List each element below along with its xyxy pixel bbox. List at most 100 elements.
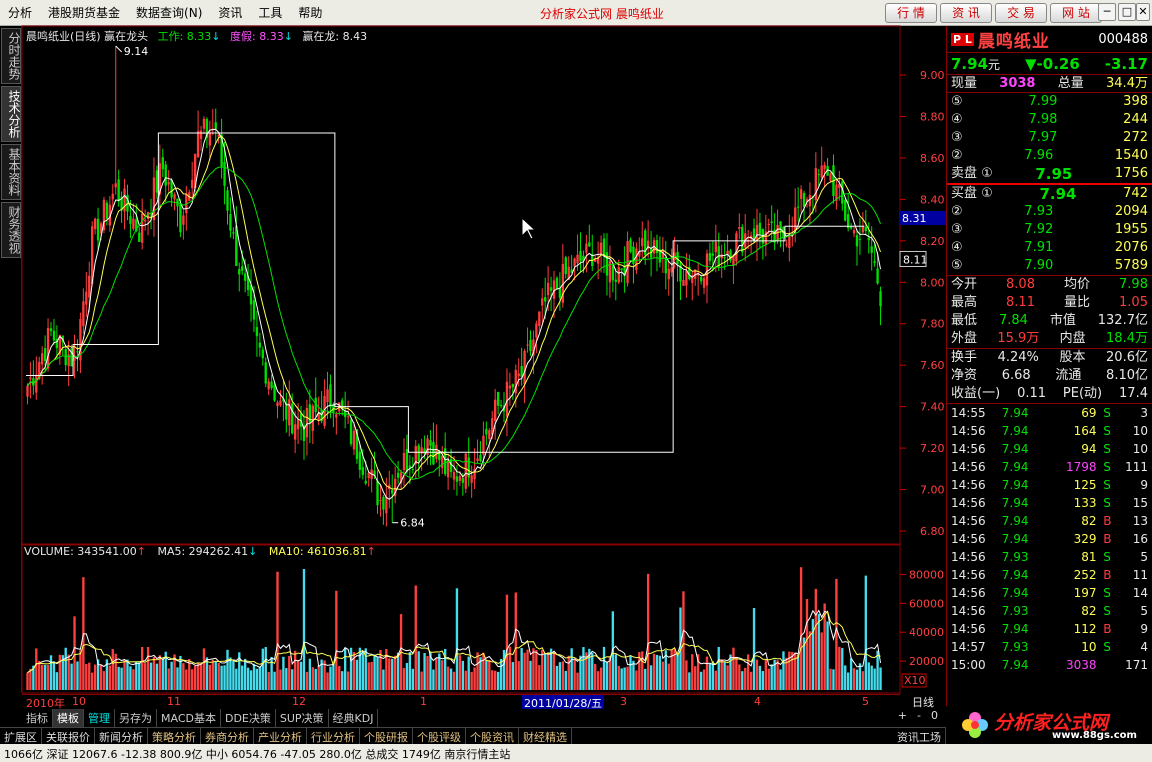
down-arrow-icon: ↓ [211,30,221,43]
tick-row: 14:56 7.94 329 B 16 [947,530,1152,548]
tab-template[interactable]: 模板 [53,709,84,727]
candle-body [123,188,126,212]
candle-body [267,381,270,390]
ext-tab[interactable]: 个股评级 [413,728,466,744]
candle-body [167,182,170,185]
ext-tab[interactable]: 关联报价 [42,728,95,744]
candle-body [361,467,364,475]
volume-unit-label: X10 [904,674,926,687]
ask-volume: 272 [1123,130,1148,145]
tab-sup[interactable]: SUP决策 [276,709,329,727]
ext-tab[interactable]: 券商分析 [201,728,254,744]
volume-bar [370,661,373,690]
candle-body [852,229,856,234]
tab-save-as[interactable]: 另存为 [115,709,157,727]
fin-row: 换手 4.24% 股本 20.6亿 [947,349,1152,367]
ext-tab[interactable]: 财经精选 [519,728,572,744]
tab-indicator[interactable]: 指标 [22,709,53,727]
candle-body [544,297,547,302]
volume-bar [26,672,29,690]
volume-bar [532,648,535,690]
tab-dde[interactable]: DDE决策 [221,709,276,727]
candle-body [152,177,156,221]
zoom-out-button[interactable]: - [917,709,921,727]
volume-bar [305,671,309,690]
candle-body [441,455,444,468]
ext-tab[interactable]: 扩展区 [0,728,42,744]
stat-value: 7.84 [998,313,1028,328]
volume-bar [535,650,538,690]
candle-body [349,419,353,445]
tick-row: 14:56 7.94 82 B 13 [947,512,1152,530]
tab-macd[interactable]: MACD基本 [157,709,221,727]
volume-bar [379,649,382,690]
trade-button[interactable]: 交 易 [995,3,1047,23]
tick-count: 16 [1132,532,1148,546]
tick-price: 7.94 [1001,424,1029,438]
volume-bar [52,661,56,690]
news-button[interactable]: 资 讯 [940,3,992,23]
stat-value: 132.7亿 [1097,313,1148,328]
ext-tab[interactable]: 个股研报 [360,728,413,744]
candle-body [849,226,853,229]
ext-tab[interactable]: 策略分析 [148,728,201,744]
candle-body [735,233,738,262]
extension-tabs: 扩展区 关联报价 新闻分析 策略分析 券商分析 产业分析 行业分析 个股研报 个… [0,727,946,744]
close-icon[interactable]: ✕ [1136,3,1150,21]
candle-body [46,328,50,369]
tick-row: 14:56 7.94 164 S 10 [947,422,1152,440]
volume-bar [420,671,423,690]
candle-body [93,218,97,230]
candle-body [705,253,709,286]
last-marker-label: 8.11 [903,253,928,266]
kline-chart[interactable]: 9.00 8.80 8.60 8.40 8.20 8.00 7.80 7.60 7.40 7.20… [0,0,946,694]
candle-body [202,118,206,129]
tick-list[interactable]: 14:55 7.94 69 S 3 14:56 7.94 164 S 10 14:56 7.94 94 S… [947,403,1152,674]
ext-tab[interactable]: 产业分析 [254,728,307,744]
tick-side: S [1103,460,1111,474]
volume-bar [849,658,853,690]
volume-bar [752,608,756,690]
candle-body [494,399,497,422]
volume-bar [432,669,435,690]
candle-body [111,193,114,200]
tick-time: 14:56 [951,478,986,492]
zongliang-label: 总量 [1057,76,1084,91]
volume-bar [726,665,729,690]
volume-bar [135,661,138,690]
candle-body [785,244,788,246]
restore-icon[interactable]: □ [1118,3,1136,21]
candle-body [420,447,423,454]
volume-bar [499,658,503,690]
info-factory-tab[interactable]: 资讯工场 [893,728,946,744]
volume-bar [529,660,532,690]
tick-side: S [1103,478,1111,492]
volume-bar [158,655,162,690]
tick-volume: 10 [1081,640,1097,654]
bid-level: ④ [951,240,963,255]
zoom-in-button[interactable]: + [898,709,907,727]
stock-name: 晨鸣纸业 [977,31,1050,52]
quote-panel: P L 晨鸣纸业 000488 7.94元 ▼-0.26 -3.17 现量 30… [946,26,1152,706]
candle-body [296,419,300,430]
volume-bar [635,670,638,690]
price-axis-label: 7.80 [920,318,945,331]
minimize-icon[interactable]: ─ [1098,3,1116,21]
ext-tab[interactable]: 新闻分析 [95,728,148,744]
ext-tab[interactable]: 个股资讯 [466,728,519,744]
volume-bar [549,648,553,690]
ext-tab[interactable]: 行业分析 [307,728,360,744]
tab-kdj[interactable]: 经典KDJ [329,709,379,727]
website-button[interactable]: 网 站 [1050,3,1102,23]
tick-row: 14:57 7.93 10 S 4 [947,638,1152,656]
volume-bar [85,664,88,690]
period-label[interactable]: 日线 [912,694,934,710]
ask-level: ② [951,148,963,163]
volume-bar [35,648,38,690]
candle-body [379,500,382,502]
zoom-reset-button[interactable]: 0 [931,709,938,727]
tab-manage[interactable]: 管理 [84,709,115,727]
candle-body [335,414,338,418]
volume-bar [741,671,744,690]
candle-body [855,235,859,247]
